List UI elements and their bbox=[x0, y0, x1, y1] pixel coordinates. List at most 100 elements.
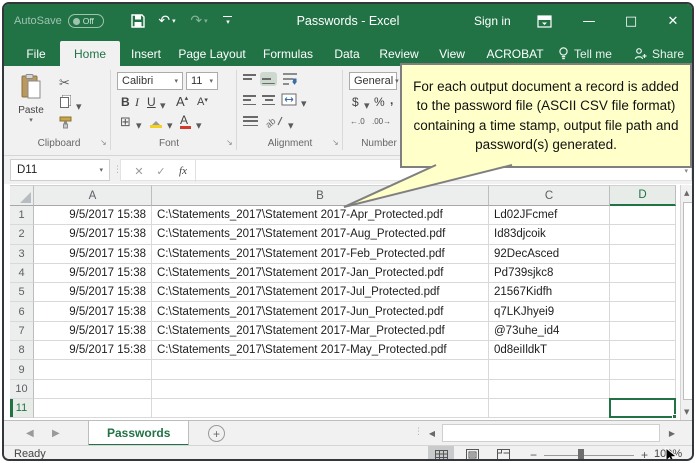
enter-entry-button[interactable]: ✓ bbox=[151, 160, 171, 182]
cell-A6[interactable]: 9/5/2017 15:38 bbox=[34, 302, 152, 322]
sign-in-button[interactable]: Sign in bbox=[474, 4, 511, 38]
tab-insert[interactable]: Insert bbox=[122, 41, 170, 66]
row-header-10[interactable]: 10 bbox=[10, 379, 34, 399]
row-header-3[interactable]: 3 bbox=[10, 244, 34, 264]
cell-B8[interactable]: C:\Statements_2017\Statement 2017-May_Pr… bbox=[152, 341, 489, 361]
autosave-switch-icon[interactable]: Off bbox=[67, 14, 104, 28]
row-header-6[interactable]: 6 bbox=[10, 302, 34, 322]
cell-D5[interactable] bbox=[610, 283, 676, 303]
cell-D7[interactable] bbox=[610, 321, 676, 342]
cell-B4[interactable]: C:\Statements_2017\Statement 2017-Jan_Pr… bbox=[152, 263, 489, 284]
cancel-entry-button[interactable]: ✕ bbox=[129, 160, 149, 182]
column-header-d[interactable]: D bbox=[610, 185, 676, 206]
cell-D9[interactable] bbox=[610, 360, 676, 380]
currency-caret-icon[interactable]: ▾ bbox=[364, 99, 370, 112]
row-header-2[interactable]: 2 bbox=[10, 225, 34, 245]
shrink-font-button[interactable]: A▾ bbox=[197, 96, 208, 108]
increase-indent-button[interactable] bbox=[243, 116, 258, 126]
copy-caret-icon[interactable]: ▾ bbox=[76, 100, 82, 113]
minimize-button[interactable]: — bbox=[572, 4, 606, 38]
share-button[interactable]: Share bbox=[634, 47, 684, 61]
orientation-caret-icon[interactable]: ▾ bbox=[288, 119, 294, 132]
bold-button[interactable]: B bbox=[121, 95, 130, 109]
cell-C6[interactable]: q7LKJhyei9 bbox=[489, 302, 610, 322]
cell-B5[interactable]: C:\Statements_2017\Statement 2017-Jul_Pr… bbox=[152, 283, 489, 303]
customize-qat-button[interactable]: ▾ bbox=[218, 4, 236, 38]
cell-C2[interactable]: Id83djcoik bbox=[489, 225, 610, 245]
cell-D8[interactable] bbox=[610, 341, 676, 361]
column-header-b[interactable]: B bbox=[152, 185, 489, 206]
cell-A5[interactable]: 9/5/2017 15:38 bbox=[34, 283, 152, 303]
cell-A8[interactable]: 9/5/2017 15:38 bbox=[34, 341, 152, 361]
row-header-1[interactable]: 1 bbox=[10, 206, 34, 226]
fill-color-button[interactable] bbox=[150, 116, 163, 134]
align-top-button[interactable] bbox=[243, 74, 256, 84]
cell-D2[interactable] bbox=[610, 225, 676, 245]
cell-A9[interactable] bbox=[34, 360, 152, 380]
add-sheet-button[interactable]: + bbox=[208, 425, 225, 442]
number-format-select[interactable]: General ▾ bbox=[349, 72, 399, 90]
cell-B1[interactable]: C:\Statements_2017\Statement 2017-Apr_Pr… bbox=[152, 206, 489, 226]
tell-me-button[interactable]: Tell me bbox=[558, 47, 612, 61]
row-header-5[interactable]: 5 bbox=[10, 283, 34, 303]
cell-A3[interactable]: 9/5/2017 15:38 bbox=[34, 244, 152, 264]
page-break-view-button[interactable] bbox=[490, 446, 516, 459]
cell-C9[interactable] bbox=[489, 360, 610, 380]
cell-A1[interactable]: 9/5/2017 15:38 bbox=[34, 206, 152, 226]
tab-page-layout[interactable]: Page Layout bbox=[172, 41, 252, 66]
column-header-a[interactable]: A bbox=[34, 185, 152, 206]
tab-file[interactable]: File bbox=[14, 41, 58, 66]
cell-A10[interactable] bbox=[34, 379, 152, 399]
scroll-right-icon[interactable]: ▶ bbox=[664, 423, 680, 443]
select-all-corner[interactable] bbox=[10, 185, 34, 206]
cell-D3[interactable] bbox=[610, 244, 676, 264]
zoom-in-button[interactable]: + bbox=[641, 448, 648, 459]
undo-button[interactable]: ↶ ▾ bbox=[152, 4, 182, 38]
font-color-button[interactable]: A bbox=[180, 113, 191, 129]
fill-caret-icon[interactable]: ▾ bbox=[167, 119, 173, 132]
format-painter-button[interactable] bbox=[59, 116, 72, 129]
underline-caret-icon[interactable]: ▾ bbox=[160, 99, 166, 112]
tabbar-splitter[interactable]: ⋮ bbox=[414, 426, 423, 437]
comma-button[interactable]: , bbox=[390, 93, 393, 107]
prev-sheet-button[interactable]: ◀ bbox=[26, 421, 34, 446]
cut-button[interactable]: ✂ bbox=[59, 76, 70, 91]
row-header-4[interactable]: 4 bbox=[10, 263, 34, 284]
wrap-text-button[interactable] bbox=[282, 72, 298, 86]
worksheet-grid[interactable]: ABCD 1 9/5/2017 15:38 C:\Statements_2017\S… bbox=[10, 185, 677, 420]
cell-B6[interactable]: C:\Statements_2017\Statement 2017-Jun_Pr… bbox=[152, 302, 489, 322]
font-color-caret-icon[interactable]: ▾ bbox=[196, 119, 202, 132]
cell-B9[interactable] bbox=[152, 360, 489, 380]
decrease-decimal-button[interactable]: .00→ bbox=[372, 117, 391, 126]
cell-A11[interactable] bbox=[34, 398, 152, 419]
horizontal-scroll-thumb[interactable] bbox=[442, 424, 660, 442]
next-sheet-button[interactable]: ▶ bbox=[52, 421, 60, 446]
cell-B11[interactable] bbox=[152, 398, 489, 419]
merge-caret-icon[interactable]: ▾ bbox=[301, 97, 307, 110]
redo-button[interactable]: ↷ ▾ bbox=[184, 4, 214, 38]
cell-C5[interactable]: 21567Kidfh bbox=[489, 283, 610, 303]
cell-C4[interactable]: Pd739sjkc8 bbox=[489, 263, 610, 284]
column-header-c[interactable]: C bbox=[489, 185, 610, 206]
undo-caret-icon[interactable]: ▾ bbox=[172, 17, 176, 25]
row-header-8[interactable]: 8 bbox=[10, 341, 34, 361]
close-button[interactable]: ✕ bbox=[656, 4, 690, 38]
merge-center-button[interactable] bbox=[281, 93, 297, 106]
sheet-tab-passwords[interactable]: Passwords bbox=[88, 421, 190, 446]
cell-D10[interactable] bbox=[610, 379, 676, 399]
scroll-down-icon[interactable]: ▼ bbox=[684, 408, 689, 416]
cell-A4[interactable]: 9/5/2017 15:38 bbox=[34, 263, 152, 284]
cell-B7[interactable]: C:\Statements_2017\Statement 2017-Mar_Pr… bbox=[152, 321, 489, 342]
font-name-select[interactable]: Calibri ▾ bbox=[117, 72, 183, 90]
cell-C10[interactable] bbox=[489, 379, 610, 399]
row-header-7[interactable]: 7 bbox=[10, 321, 34, 342]
font-dialog-launcher-icon[interactable]: ↘ bbox=[226, 138, 233, 147]
cell-C3[interactable]: 92DecAsced bbox=[489, 244, 610, 264]
cell-D4[interactable] bbox=[610, 263, 676, 284]
zoom-slider-thumb[interactable] bbox=[578, 449, 584, 459]
cell-C7[interactable]: @73uhe_id4 bbox=[489, 321, 610, 342]
cell-B10[interactable] bbox=[152, 379, 489, 399]
currency-button[interactable]: $ bbox=[352, 95, 359, 109]
cell-B3[interactable]: C:\Statements_2017\Statement 2017-Feb_Pr… bbox=[152, 244, 489, 264]
ribbon-display-options-button[interactable] bbox=[532, 4, 556, 38]
